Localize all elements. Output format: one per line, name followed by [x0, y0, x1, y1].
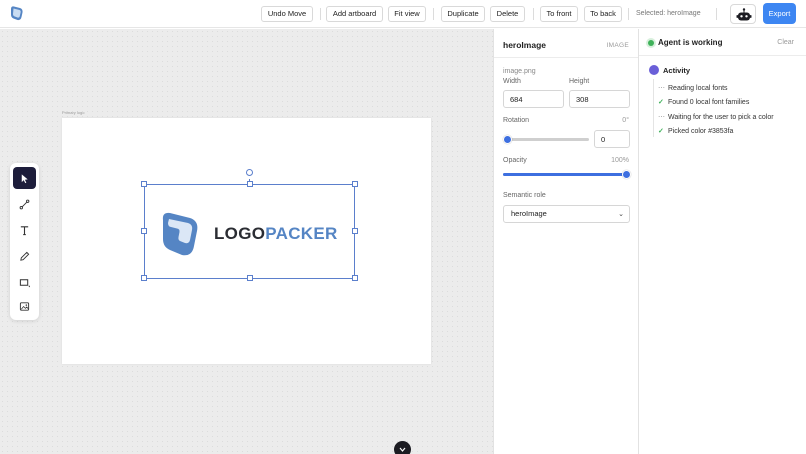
to-back-button[interactable]: To back: [584, 6, 622, 22]
height-input[interactable]: [569, 90, 630, 108]
select-tool[interactable]: [13, 167, 36, 189]
activity-title: Activity: [663, 66, 691, 75]
cursor-arrow-icon: [21, 173, 28, 183]
toolbar-divider: [628, 8, 629, 20]
path-icon: [19, 199, 30, 209]
element-kind: IMAGE: [606, 42, 629, 49]
status-dot-icon: [648, 40, 654, 46]
pending-icon: ⋯: [658, 85, 665, 92]
tool-palette: [10, 163, 39, 320]
rectangle-icon: [19, 278, 30, 287]
clear-button[interactable]: Clear: [777, 39, 794, 46]
activity-item: ⋯ Reading local fonts: [658, 84, 728, 92]
chevron-down-icon: [399, 447, 406, 452]
resize-handle-nw[interactable]: [141, 181, 147, 187]
image-tool[interactable]: [13, 295, 36, 317]
export-button[interactable]: Export: [763, 3, 796, 24]
artboard[interactable]: LOGOPACKER: [62, 118, 431, 364]
check-icon: ✓: [658, 128, 664, 135]
activity-item: ⋯ Waiting for the user to pick a color: [658, 113, 774, 121]
pending-icon: ⋯: [658, 114, 665, 121]
semantic-role-label: Semantic role: [503, 192, 546, 199]
toolbar-divider: [533, 8, 534, 20]
activity-item-text: Waiting for the user to pick a color: [668, 114, 774, 121]
activity-icon: [649, 65, 659, 75]
undo-move-button[interactable]: Undo Move: [261, 6, 313, 22]
resize-handle-se[interactable]: [352, 275, 358, 281]
agent-panel: Agent is working Clear Activity ⋯ Reading…: [638, 29, 806, 454]
duplicate-button[interactable]: Duplicate: [441, 6, 485, 22]
opacity-readout: 100%: [611, 157, 629, 164]
bottom-panel-toggle[interactable]: [394, 441, 411, 454]
rotation-input[interactable]: [594, 130, 630, 148]
semantic-role-select[interactable]: heroImage ⌄: [503, 205, 630, 223]
agent-status: Agent is working: [658, 38, 723, 47]
selected-element-label: Selected: heroImage: [636, 10, 701, 17]
text-tool[interactable]: [13, 219, 36, 241]
resize-handle-ne[interactable]: [352, 181, 358, 187]
to-front-button[interactable]: To front: [540, 6, 578, 22]
panel-divider: [494, 57, 639, 58]
path-tool[interactable]: [13, 193, 36, 215]
resize-handle-sw[interactable]: [141, 275, 147, 281]
pen-icon: [20, 251, 30, 261]
pen-tool[interactable]: [13, 245, 36, 267]
width-label: Width: [503, 78, 521, 85]
rotation-readout: 0°: [622, 117, 629, 124]
top-toolbar: Undo Move Add artboard Fit view Duplicat…: [0, 0, 806, 28]
activity-item: ✓ Picked color #3853fa: [658, 127, 733, 135]
properties-panel: heroImage IMAGE image.png Width Height R…: [493, 29, 639, 454]
resize-handle-w[interactable]: [141, 228, 147, 234]
delete-button[interactable]: Delete: [490, 6, 525, 22]
width-input[interactable]: [503, 90, 564, 108]
fit-view-button[interactable]: Fit view: [388, 6, 426, 22]
canvas-area[interactable]: Primary logo LOGOPACKER: [0, 29, 493, 454]
toolbar-divider: [716, 8, 717, 20]
selection-box[interactable]: [144, 184, 355, 279]
height-label: Height: [569, 78, 590, 85]
resize-handle-s[interactable]: [247, 275, 253, 281]
text-icon: [20, 225, 29, 235]
check-icon: ✓: [658, 99, 664, 106]
opacity-label: Opacity: [503, 157, 527, 164]
rotate-handle[interactable]: [246, 169, 253, 176]
agent-button[interactable]: [730, 4, 756, 24]
resize-handle-n[interactable]: [247, 181, 253, 187]
file-name: image.png: [503, 68, 536, 75]
element-name: heroImage: [503, 40, 546, 50]
chevron-down-icon: ⌄: [618, 211, 624, 218]
opacity-slider-handle[interactable]: [621, 170, 631, 179]
toolbar-divider: [433, 8, 434, 20]
opacity-slider-fill: [503, 173, 626, 176]
panel-divider: [639, 55, 806, 56]
resize-handle-e[interactable]: [352, 228, 358, 234]
opacity-slider[interactable]: [503, 170, 631, 179]
toolbar-divider: [320, 8, 321, 20]
rotation-label: Rotation: [503, 117, 530, 124]
rectangle-tool[interactable]: [13, 271, 36, 293]
rotation-slider-handle[interactable]: [502, 135, 512, 144]
semantic-role-value: heroImage: [511, 209, 547, 218]
artboard-name[interactable]: Primary logo: [62, 110, 84, 115]
activity-item-text: Found 0 local font families: [668, 99, 750, 106]
activity-item-text: Picked color #3853fa: [668, 128, 734, 135]
activity-item: ✓ Found 0 local font families: [658, 98, 749, 106]
rotation-slider[interactable]: [502, 135, 589, 144]
activity-item-text: Reading local fonts: [668, 85, 728, 92]
activity-timeline: [653, 79, 654, 137]
image-icon: [19, 301, 30, 311]
add-artboard-button[interactable]: Add artboard: [326, 6, 383, 22]
app-logo-icon[interactable]: [9, 5, 25, 22]
robot-icon: [736, 8, 752, 21]
